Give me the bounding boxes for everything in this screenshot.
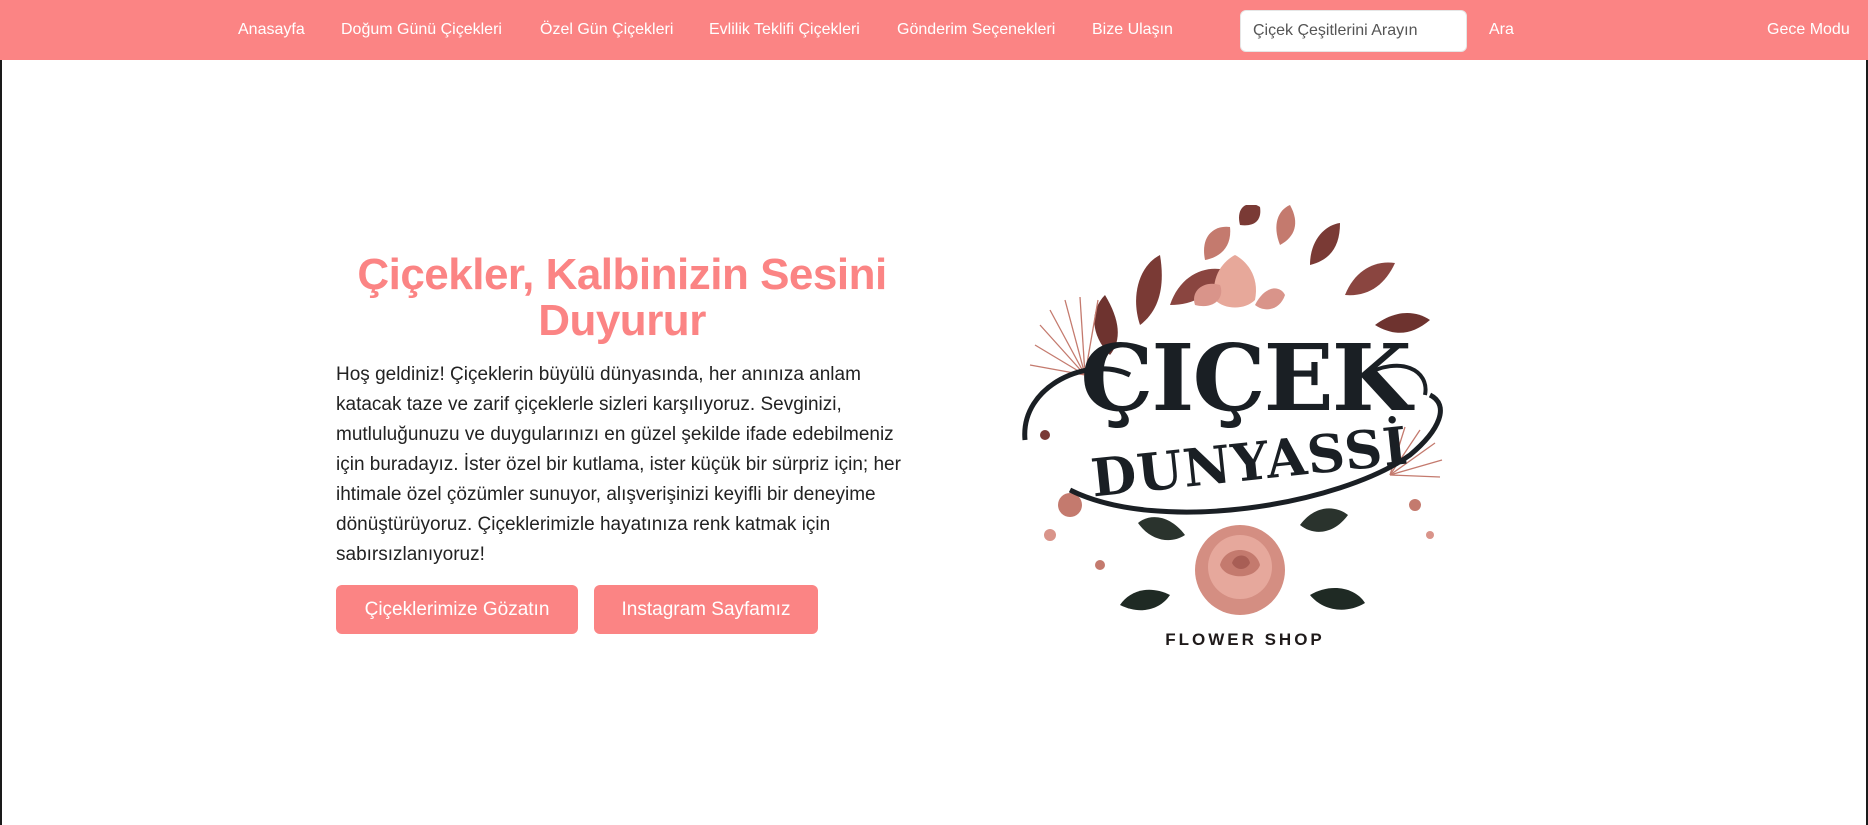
flower-shop-logo: ÇIÇEK DUNYASSİ (1022, 205, 1443, 615)
nav-link-birthday-flowers[interactable]: Doğum Günü Çiçekleri (341, 21, 502, 39)
search-input[interactable] (1240, 10, 1467, 52)
search-button[interactable]: Ara (1489, 21, 1514, 39)
night-mode-toggle[interactable]: Gece Modu (1767, 21, 1850, 39)
logo-caption: FLOWER SHOP (1165, 630, 1325, 649)
hero-description: Hoş geldiniz! Çiçeklerin büyülü dünyasın… (336, 364, 901, 565)
logo-wordmark-line1: ÇIÇEK (1080, 324, 1415, 432)
nav-link-special-day-flowers[interactable]: Özel Gün Çiçekleri (540, 21, 673, 39)
nav-link-contact[interactable]: Bize Ulaşın (1092, 21, 1173, 39)
nav-link-delivery-options[interactable]: Gönderim Seçenekleri (897, 21, 1055, 39)
browse-flowers-button[interactable]: Çiçeklerimize Gözatın (336, 585, 578, 634)
navbar: Anasayfa Doğum Günü Çiçekleri Özel Gün Ç… (0, 0, 1868, 60)
hero-title: Çiçekler, Kalbinizin Sesini Duyurur (357, 250, 887, 345)
window-border-left (0, 0, 2, 825)
nav-link-proposal-flowers[interactable]: Evlilik Teklifi Çiçekleri (709, 21, 860, 39)
nav-link-home[interactable]: Anasayfa (238, 21, 305, 39)
instagram-page-button[interactable]: Instagram Sayfamız (594, 585, 818, 634)
